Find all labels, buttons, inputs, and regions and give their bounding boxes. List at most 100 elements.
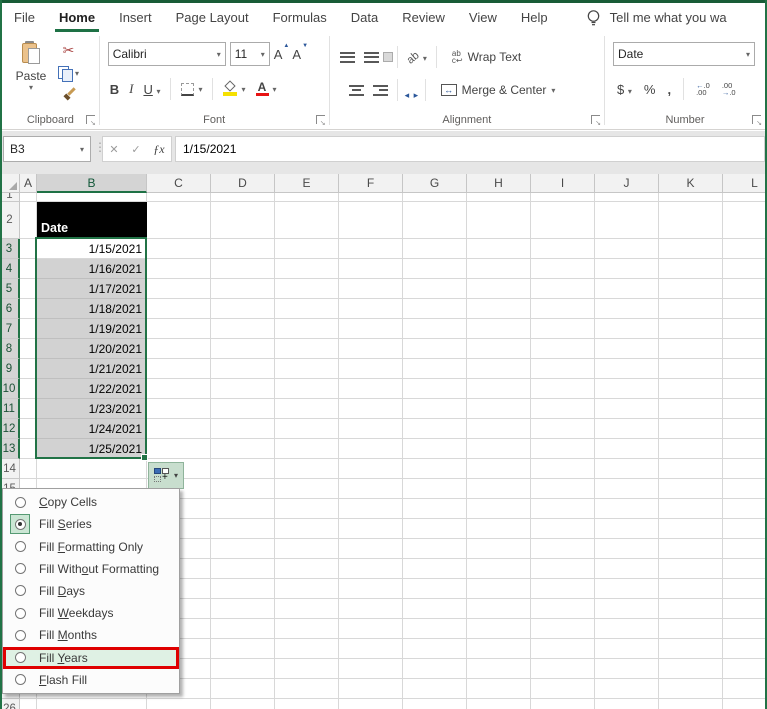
cell-D16[interactable] bbox=[211, 499, 275, 519]
cell-H4[interactable] bbox=[467, 259, 531, 279]
select-all-corner[interactable] bbox=[0, 174, 20, 193]
merge-center-button[interactable]: ↔ Merge & Center ▾ bbox=[440, 83, 555, 97]
cell-H13[interactable] bbox=[467, 439, 531, 459]
cell-L12[interactable] bbox=[723, 419, 767, 439]
cell-I10[interactable] bbox=[531, 379, 595, 399]
cell-K11[interactable] bbox=[659, 399, 723, 419]
cell-F22[interactable] bbox=[339, 619, 403, 639]
cell-C26[interactable] bbox=[147, 699, 211, 709]
cell-K19[interactable] bbox=[659, 559, 723, 579]
cell-I2[interactable] bbox=[531, 202, 595, 239]
row-header-4[interactable]: 4 bbox=[0, 259, 20, 279]
cell-B8[interactable]: 1/20/2021 bbox=[37, 339, 147, 359]
cell-A26[interactable] bbox=[20, 699, 37, 709]
cell-L2[interactable] bbox=[723, 202, 767, 239]
cell-A13[interactable] bbox=[20, 439, 37, 459]
cell-E20[interactable] bbox=[275, 579, 339, 599]
cell-D22[interactable] bbox=[211, 619, 275, 639]
cell-K7[interactable] bbox=[659, 319, 723, 339]
cell-C9[interactable] bbox=[147, 359, 211, 379]
cell-L22[interactable] bbox=[723, 619, 767, 639]
decrease-decimal-button[interactable]: .00 →.0 bbox=[722, 82, 736, 97]
orientation-button[interactable]: ab ▾ bbox=[404, 48, 427, 66]
cell-J1[interactable] bbox=[595, 193, 659, 202]
cell-L8[interactable] bbox=[723, 339, 767, 359]
cell-E4[interactable] bbox=[275, 259, 339, 279]
fill-menu-item-fill-months[interactable]: Fill Months bbox=[3, 624, 179, 646]
cell-H9[interactable] bbox=[467, 359, 531, 379]
cell-F1[interactable] bbox=[339, 193, 403, 202]
cell-L24[interactable] bbox=[723, 659, 767, 679]
paste-button[interactable]: Paste ▾ bbox=[10, 41, 52, 114]
cell-G15[interactable] bbox=[403, 479, 467, 499]
top-align-button[interactable] bbox=[339, 51, 355, 63]
cell-E14[interactable] bbox=[275, 459, 339, 479]
cell-D24[interactable] bbox=[211, 659, 275, 679]
cell-D12[interactable] bbox=[211, 419, 275, 439]
cell-J4[interactable] bbox=[595, 259, 659, 279]
cell-D23[interactable] bbox=[211, 639, 275, 659]
cell-H7[interactable] bbox=[467, 319, 531, 339]
cell-K14[interactable] bbox=[659, 459, 723, 479]
cell-E22[interactable] bbox=[275, 619, 339, 639]
row-header-12[interactable]: 12 bbox=[0, 419, 20, 439]
cell-G26[interactable] bbox=[403, 699, 467, 709]
cell-A14[interactable] bbox=[20, 459, 37, 479]
row-header-5[interactable]: 5 bbox=[0, 279, 20, 299]
number-dialog-launcher-icon[interactable] bbox=[752, 115, 762, 127]
cell-E13[interactable] bbox=[275, 439, 339, 459]
radio-button-fill-years[interactable] bbox=[14, 652, 26, 664]
column-header-l[interactable]: L bbox=[723, 174, 767, 193]
cell-E18[interactable] bbox=[275, 539, 339, 559]
cell-A9[interactable] bbox=[20, 359, 37, 379]
cell-D9[interactable] bbox=[211, 359, 275, 379]
cell-B5[interactable]: 1/17/2021 bbox=[37, 279, 147, 299]
cell-B9[interactable]: 1/21/2021 bbox=[37, 359, 147, 379]
cell-D5[interactable] bbox=[211, 279, 275, 299]
row-header-11[interactable]: 11 bbox=[0, 399, 20, 419]
cell-C1[interactable] bbox=[147, 193, 211, 202]
align-right-button[interactable] bbox=[372, 84, 388, 96]
cell-G22[interactable] bbox=[403, 619, 467, 639]
cell-K21[interactable] bbox=[659, 599, 723, 619]
cell-J21[interactable] bbox=[595, 599, 659, 619]
cell-H19[interactable] bbox=[467, 559, 531, 579]
cell-H6[interactable] bbox=[467, 299, 531, 319]
column-header-a[interactable]: A bbox=[20, 174, 37, 193]
formula-input[interactable]: 1/15/2021 bbox=[175, 136, 765, 162]
cell-G8[interactable] bbox=[403, 339, 467, 359]
cell-L26[interactable] bbox=[723, 699, 767, 709]
cell-C10[interactable] bbox=[147, 379, 211, 399]
radio-button-fill-without-formatting[interactable] bbox=[14, 563, 26, 575]
cell-K17[interactable] bbox=[659, 519, 723, 539]
cell-I12[interactable] bbox=[531, 419, 595, 439]
row-header-2[interactable]: 2 bbox=[0, 202, 20, 239]
cell-J26[interactable] bbox=[595, 699, 659, 709]
cell-K12[interactable] bbox=[659, 419, 723, 439]
cell-J16[interactable] bbox=[595, 499, 659, 519]
cell-A4[interactable] bbox=[20, 259, 37, 279]
font-name-combo[interactable]: Calibri ▾ bbox=[107, 42, 226, 66]
cell-H16[interactable] bbox=[467, 499, 531, 519]
cell-I14[interactable] bbox=[531, 459, 595, 479]
cell-J15[interactable] bbox=[595, 479, 659, 499]
cell-E15[interactable] bbox=[275, 479, 339, 499]
fill-menu-item-fill-weekdays[interactable]: Fill Weekdays bbox=[3, 602, 179, 624]
cell-I7[interactable] bbox=[531, 319, 595, 339]
cell-J9[interactable] bbox=[595, 359, 659, 379]
radio-button-fill-days[interactable] bbox=[14, 585, 26, 597]
cell-F16[interactable] bbox=[339, 499, 403, 519]
cell-D17[interactable] bbox=[211, 519, 275, 539]
cell-H26[interactable] bbox=[467, 699, 531, 709]
cell-A11[interactable] bbox=[20, 399, 37, 419]
cell-J11[interactable] bbox=[595, 399, 659, 419]
cell-D8[interactable] bbox=[211, 339, 275, 359]
cell-G20[interactable] bbox=[403, 579, 467, 599]
cell-C8[interactable] bbox=[147, 339, 211, 359]
cell-I1[interactable] bbox=[531, 193, 595, 202]
cell-I23[interactable] bbox=[531, 639, 595, 659]
cell-C13[interactable] bbox=[147, 439, 211, 459]
cell-B1[interactable] bbox=[37, 193, 147, 202]
cancel-button[interactable]: ✕ bbox=[109, 143, 118, 156]
font-dialog-launcher-icon[interactable] bbox=[315, 115, 326, 127]
